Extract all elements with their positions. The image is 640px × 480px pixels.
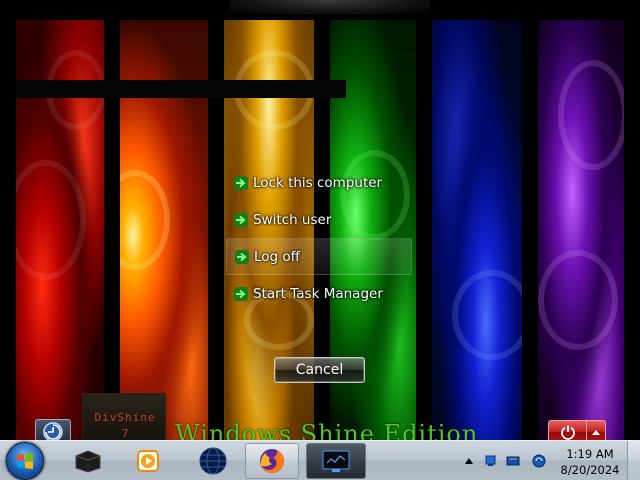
- start-task-manager-label: Start Task Manager: [253, 285, 383, 302]
- clock-date[interactable]: 8/20/2024: [558, 463, 622, 477]
- arrow-right-icon: [234, 212, 248, 227]
- lock-computer-option[interactable]: Lock this computer: [226, 164, 412, 201]
- taskbar-hard-drive-button[interactable]: [68, 443, 108, 479]
- arrow-right-icon: [235, 249, 249, 264]
- network-icon[interactable]: [484, 454, 498, 468]
- globe-icon: [199, 447, 227, 475]
- wallpaper-panel-purple: [538, 20, 624, 452]
- log-off-option[interactable]: Log off: [226, 238, 412, 275]
- hard-drive-icon: [75, 450, 101, 473]
- start-task-manager-option[interactable]: Start Task Manager: [226, 275, 412, 312]
- firefox-icon: [260, 449, 284, 473]
- wallpaper-crossbar: [16, 80, 346, 98]
- taskbar-globe-button[interactable]: [192, 443, 234, 479]
- switch-user-option[interactable]: Switch user: [226, 201, 412, 238]
- show-hidden-icons-icon[interactable]: [462, 454, 476, 468]
- taskbar-media-player-button[interactable]: [128, 443, 168, 479]
- brand-name: DivShine: [94, 411, 156, 424]
- brand-version: 7: [121, 427, 129, 440]
- switch-user-label: Switch user: [253, 211, 332, 228]
- clock-time[interactable]: 1:19 AM: [558, 447, 622, 461]
- security-options-list: Lock this computer Switch user Log off S…: [226, 164, 412, 312]
- wallpaper-panel-blue: [432, 20, 522, 452]
- volume-icon[interactable]: [532, 454, 546, 468]
- arrow-right-icon: [234, 286, 248, 301]
- cancel-button[interactable]: Cancel: [274, 357, 365, 383]
- arrow-right-icon: [234, 175, 248, 190]
- top-glow: [230, 0, 430, 14]
- lock-computer-label: Lock this computer: [253, 174, 383, 191]
- action-center-icon[interactable]: [506, 454, 520, 468]
- power-icon: [560, 425, 575, 440]
- show-desktop-button[interactable]: [627, 441, 640, 480]
- start-button[interactable]: [6, 442, 44, 480]
- windows-logo-icon: [17, 453, 33, 469]
- log-off-label: Log off: [254, 248, 300, 265]
- brand-logo: DivShine 7: [82, 393, 166, 443]
- taskbar: 1:19 AM 8/20/2024: [0, 440, 640, 480]
- media-player-icon: [137, 450, 159, 472]
- monitor-window-icon: [322, 450, 350, 472]
- taskbar-monitor-window-button[interactable]: [306, 443, 366, 479]
- taskbar-firefox-button[interactable]: [245, 443, 299, 479]
- system-tray: 1:19 AM 8/20/2024: [456, 441, 640, 480]
- chevron-up-icon: [592, 430, 600, 435]
